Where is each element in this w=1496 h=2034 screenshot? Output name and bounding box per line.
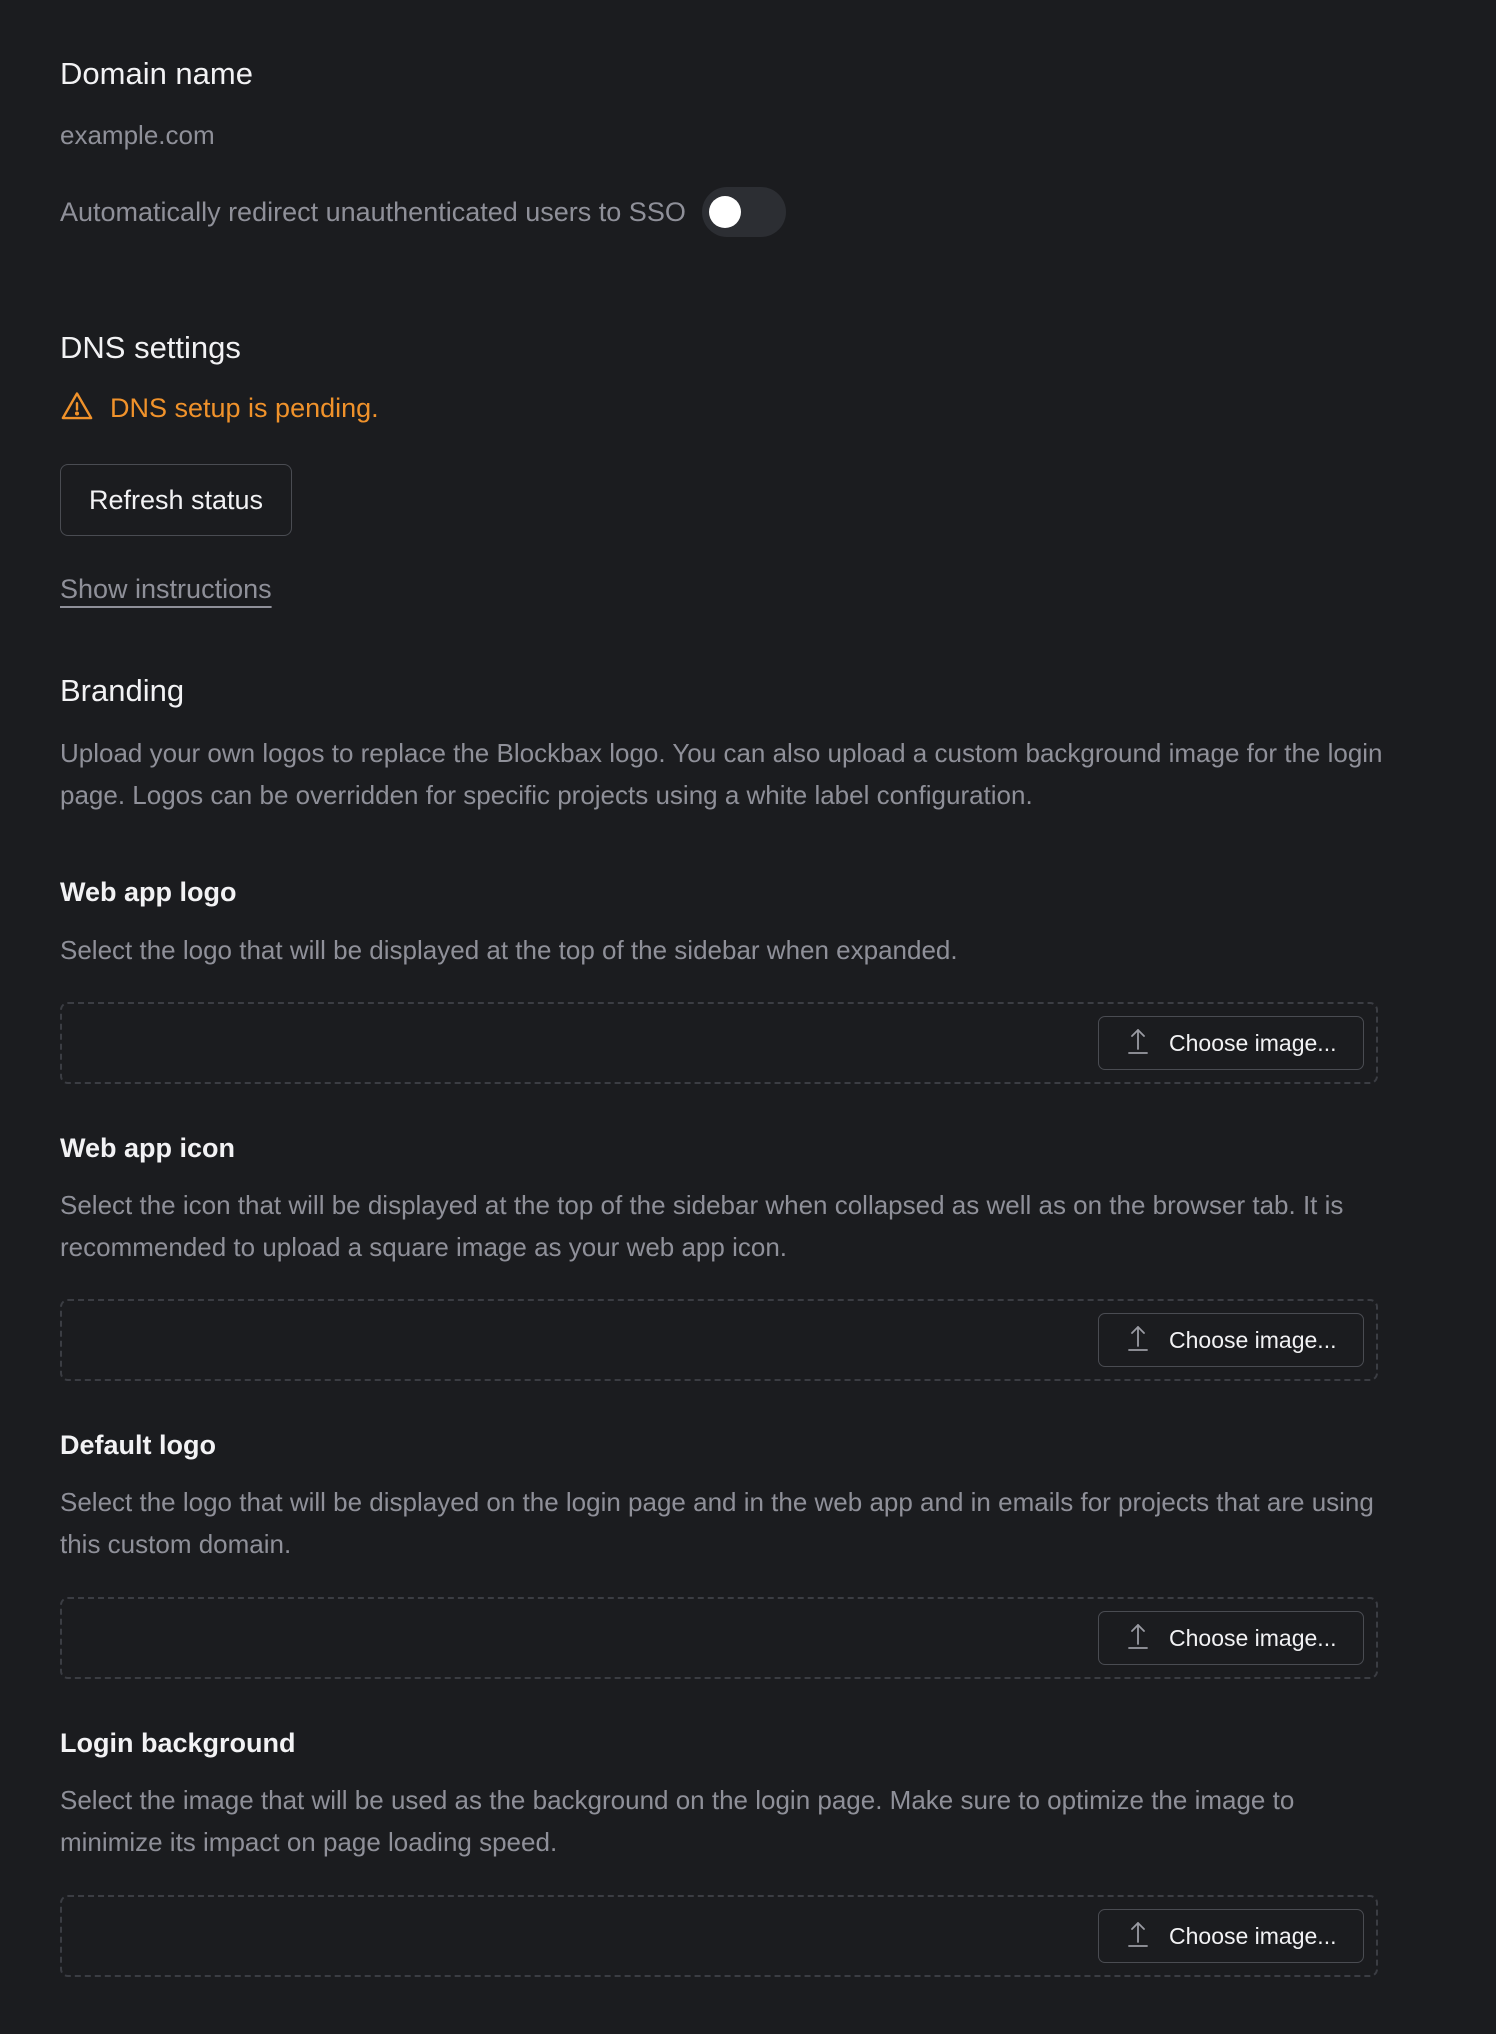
dns-status: DNS setup is pending. xyxy=(60,388,379,428)
upload-icon xyxy=(1127,1920,1149,1953)
branding-heading: Branding xyxy=(60,673,185,708)
choose-image-label: Choose image... xyxy=(1169,1029,1337,1056)
sso-redirect-label: Automatically redirect unauthenticated u… xyxy=(60,196,686,227)
default-logo-choose-button[interactable]: Choose image... xyxy=(1098,1611,1364,1665)
web-app-icon-title: Web app icon xyxy=(60,1133,236,1163)
refresh-status-button[interactable]: Refresh status xyxy=(60,464,292,536)
web-app-logo-choose-button[interactable]: Choose image... xyxy=(1098,1016,1364,1070)
web-app-icon-choose-button[interactable]: Choose image... xyxy=(1098,1313,1364,1367)
login-background-description: Select the image that will be used as th… xyxy=(60,1785,1295,1857)
dns-settings-heading: DNS settings xyxy=(60,330,241,365)
default-logo-dropzone[interactable]: Choose image... xyxy=(60,1597,1378,1679)
toggle-knob xyxy=(708,196,741,228)
login-background-choose-button[interactable]: Choose image... xyxy=(1098,1909,1364,1963)
login-background-title: Login background xyxy=(60,1728,296,1758)
dns-status-text: DNS setup is pending. xyxy=(110,392,379,423)
warning-icon xyxy=(60,389,94,428)
login-background-dropzone[interactable]: Choose image... xyxy=(60,1895,1378,1977)
choose-image-label: Choose image... xyxy=(1169,1922,1337,1949)
choose-image-label: Choose image... xyxy=(1169,1624,1337,1651)
domain-name-value: example.com xyxy=(60,120,215,150)
upload-icon xyxy=(1127,1027,1149,1060)
web-app-icon-dropzone[interactable]: Choose image... xyxy=(60,1299,1378,1381)
domain-name-heading: Domain name xyxy=(60,56,253,91)
sso-redirect-toggle[interactable] xyxy=(701,187,786,237)
show-instructions-link[interactable]: Show instructions xyxy=(60,574,272,605)
web-app-logo-dropzone[interactable]: Choose image... xyxy=(60,1002,1378,1084)
sso-redirect-row: Automatically redirect unauthenticated u… xyxy=(60,186,786,238)
upload-icon xyxy=(1127,1622,1149,1655)
upload-icon xyxy=(1127,1324,1149,1357)
web-app-logo-description: Select the logo that will be displayed a… xyxy=(60,935,958,965)
choose-image-label: Choose image... xyxy=(1169,1326,1337,1353)
default-logo-description: Select the logo that will be displayed o… xyxy=(60,1487,1374,1559)
web-app-icon-description: Select the icon that will be displayed a… xyxy=(60,1190,1344,1262)
web-app-logo-title: Web app logo xyxy=(60,877,237,907)
branding-description: Upload your own logos to replace the Blo… xyxy=(60,738,1383,810)
default-logo-title: Default logo xyxy=(60,1430,216,1460)
